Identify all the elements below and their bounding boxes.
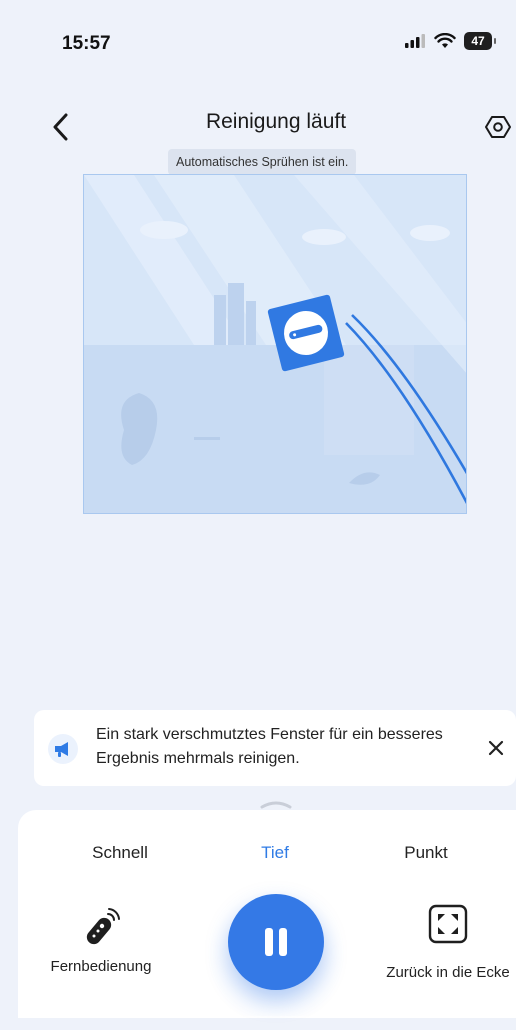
megaphone-icon xyxy=(48,734,78,764)
mode-tab-punkt[interactable]: Punkt xyxy=(386,843,466,863)
wifi-icon xyxy=(434,33,456,48)
tip-text: Ein stark verschmutztes Fenster für ein … xyxy=(96,726,443,767)
cleaning-map xyxy=(83,174,467,514)
window-scene-illustration xyxy=(84,175,466,513)
chevron-up-icon xyxy=(260,801,292,809)
status-icons: 47 xyxy=(404,32,496,50)
tip-close-button[interactable] xyxy=(486,738,506,758)
battery-indicator: 47 xyxy=(464,32,496,50)
return-to-corner-label: Zurück in die Ecke xyxy=(386,964,510,981)
mode-tab-tief[interactable]: Tief xyxy=(240,843,310,863)
sheet-handle[interactable] xyxy=(258,796,294,809)
spray-status-toast: Automatisches Sprühen ist ein. xyxy=(168,149,357,175)
settings-button[interactable] xyxy=(484,113,512,141)
page-title: Reinigung läuft xyxy=(205,110,347,133)
remote-control-label: Fernbedienung xyxy=(50,958,152,975)
remote-control-button[interactable]: Fernbedienung xyxy=(46,898,156,998)
signal-icon xyxy=(405,34,425,48)
control-sheet: Schnell Tief Punkt Fernbedienung Zurück … xyxy=(18,810,516,1018)
status-bar: 15:57 47 xyxy=(0,0,516,70)
pause-button[interactable] xyxy=(228,894,324,990)
settings-icon xyxy=(485,116,511,138)
return-to-corner-button[interactable]: Zurück in die Ecke xyxy=(382,904,510,1014)
mode-tab-schnell[interactable]: Schnell xyxy=(80,843,160,863)
close-icon xyxy=(488,740,504,756)
expand-corners-icon xyxy=(428,904,468,944)
tip-card: Ein stark verschmutztes Fenster für ein … xyxy=(34,710,516,786)
remote-icon xyxy=(86,908,120,945)
pause-icon xyxy=(265,928,287,956)
status-time: 15:57 xyxy=(62,33,111,54)
